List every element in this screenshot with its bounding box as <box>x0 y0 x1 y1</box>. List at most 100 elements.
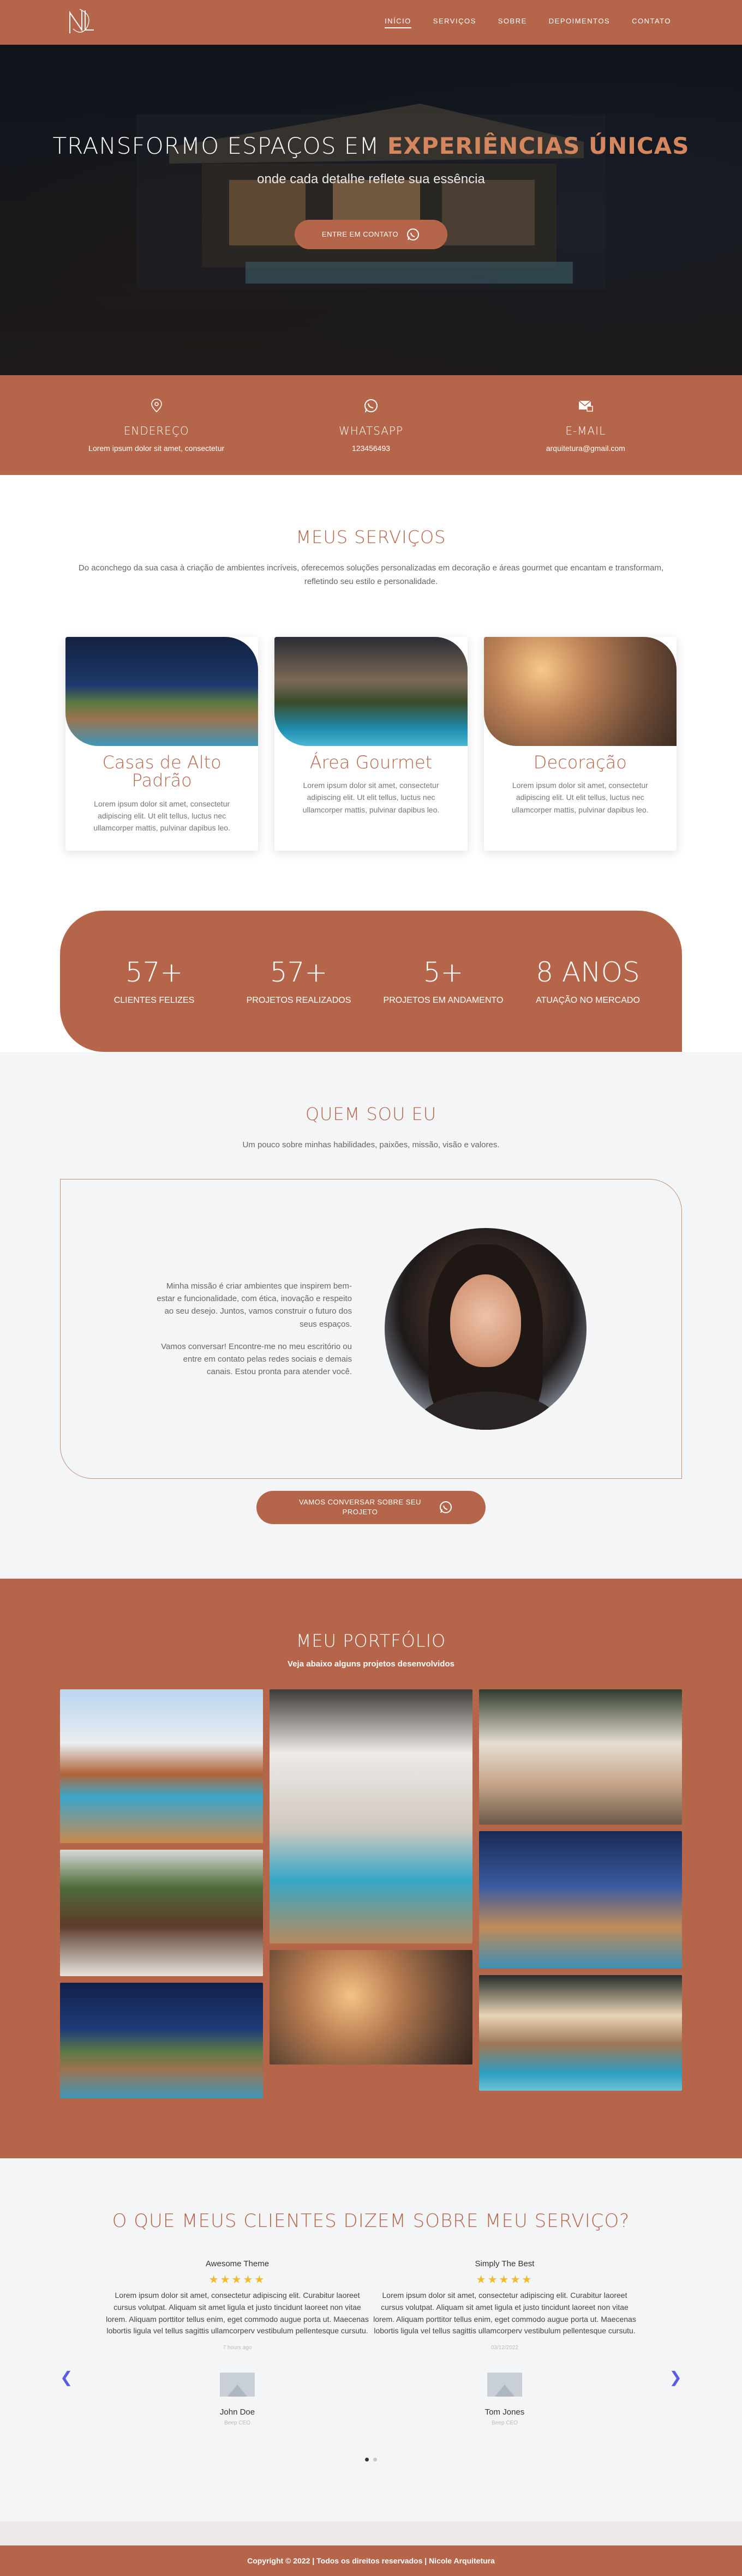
hero-contact-button-label: ENTRE EM CONTATO <box>321 230 399 239</box>
service-card-title: Área Gourmet <box>309 751 433 773</box>
service-card[interactable]: Casas de Alto Padrão Lorem ipsum dolor s… <box>65 636 259 851</box>
hero-subtitle: onde cada detalhe reflete sua essência <box>257 171 485 186</box>
about-text: Minha missão é criar ambientes que inspi… <box>155 1280 352 1379</box>
main-nav: INÍCIO SERVIÇOS SOBRE DEPOIMENTOS CONTAT… <box>385 17 671 28</box>
services-section: MEUS SERVIÇOS Do aconchego da sua casa à… <box>0 475 742 911</box>
testimonial-text: Lorem ipsum dolor sit amet, consectetur … <box>106 2291 369 2336</box>
footer: Copyright © 2022 | Todos os direitos res… <box>0 2545 742 2576</box>
carousel-pagination <box>60 2458 682 2462</box>
portfolio-image[interactable] <box>60 1689 263 1844</box>
location-pin-icon <box>151 399 162 413</box>
hero-title: TRANSFORMO ESPAÇOS EM EXPERIÊNCIAS ÚNICA… <box>0 131 742 162</box>
contact-whatsapp-value[interactable]: 123456493 <box>273 444 469 453</box>
portfolio-image[interactable] <box>479 1831 682 1969</box>
about-contact-button[interactable]: VAMOS CONVERSAR SOBRE SEU PROJETO <box>256 1491 486 1524</box>
portfolio-subtitle: Veja abaixo alguns projetos desenvolvido… <box>288 1659 454 1669</box>
top-navbar: INÍCIO SERVIÇOS SOBRE DEPOIMENTOS CONTAT… <box>0 0 742 45</box>
service-card-text: Lorem ipsum dolor sit amet, consectetur … <box>512 781 649 814</box>
service-card[interactable]: Decoração Lorem ipsum dolor sit amet, co… <box>483 636 677 851</box>
service-card-text: Lorem ipsum dolor sit amet, consectetur … <box>302 781 440 814</box>
portfolio-image[interactable] <box>60 1850 263 1977</box>
contact-address-value: Lorem ipsum dolor sit amet, consectetur <box>88 444 225 453</box>
testimonial-role: Beep CEO <box>224 2420 250 2427</box>
hero-content: TRANSFORMO ESPAÇOS EM EXPERIÊNCIAS ÚNICA… <box>0 131 742 249</box>
about-contact-button-label: VAMOS CONVERSAR SOBRE SEU PROJETO <box>299 1498 421 1516</box>
testimonials-carousel: ❮ Awesome Theme ★★★★★ Lorem ipsum dolor … <box>60 2259 682 2426</box>
footer-spacer <box>0 2521 742 2546</box>
service-card[interactable]: Área Gourmet Lorem ipsum dolor sit amet,… <box>274 636 468 851</box>
service-card-text: Lorem ipsum dolor sit amet, consectetur … <box>93 799 230 833</box>
about-box: Minha missão é criar ambientes que inspi… <box>60 1179 682 1479</box>
contact-email: E-MAIL arquitetura@gmail.com <box>487 398 684 453</box>
nav-link-servicos[interactable]: SERVIÇOS <box>433 17 476 28</box>
carousel-dot[interactable] <box>373 2458 377 2462</box>
portfolio-gallery <box>60 1689 682 2099</box>
nav-link-inicio[interactable]: INÍCIO <box>385 17 411 28</box>
gallery-column <box>270 1689 472 2098</box>
hero-section: TRANSFORMO ESPAÇOS EM EXPERIÊNCIAS ÚNICA… <box>0 0 742 375</box>
service-card-image <box>65 636 259 746</box>
portfolio-image[interactable] <box>270 1689 472 1944</box>
brand-logo[interactable] <box>65 5 100 40</box>
hero-contact-button[interactable]: ENTRE EM CONTATO <box>294 219 448 249</box>
testimonials-section: O QUE MEUS CLIENTES DIZEM SOBRE MEU SERV… <box>0 2158 742 2522</box>
carousel-prev-arrow-icon[interactable]: ❮ <box>60 2368 73 2386</box>
portfolio-title: MEU PORTFÓLIO <box>296 1630 446 1651</box>
stat-label: PROJETOS EM ANDAMENTO <box>383 996 504 1005</box>
avatar-placeholder-icon <box>487 2373 522 2397</box>
service-card-title: Casas de Alto Padrão <box>102 751 222 791</box>
portfolio-image[interactable] <box>270 1950 472 2065</box>
about-subtitle: Um pouco sobre minhas habilidades, paixõ… <box>242 1140 500 1149</box>
gallery-column <box>60 1689 263 2099</box>
about-section: QUEM SOU EU Um pouco sobre minhas habili… <box>0 1051 742 1579</box>
contact-email-value[interactable]: arquitetura@gmail.com <box>487 444 684 453</box>
portrait-face <box>450 1274 521 1368</box>
hero-title-accent: EXPERIÊNCIAS ÚNICAS <box>387 133 690 159</box>
stats-wrapper: 57+ CLIENTES FELIZES 57+ PROJETOS REALIZ… <box>0 910 742 1052</box>
stat-number: 5+ <box>423 956 464 988</box>
stat-happy-clients: 57+ CLIENTES FELIZES <box>83 956 225 1006</box>
stat-label: CLIENTES FELIZES <box>113 996 195 1005</box>
portfolio-image[interactable] <box>479 1689 682 1825</box>
stat-projects-done: 57+ PROJETOS REALIZADOS <box>228 956 370 1006</box>
testimonial-text: Lorem ipsum dolor sit amet, consectetur … <box>373 2291 636 2336</box>
nav-link-contato[interactable]: CONTATO <box>632 17 671 28</box>
rating-stars: ★★★★★ <box>476 2274 534 2286</box>
contact-email-label: E-MAIL <box>565 424 606 437</box>
avatar-placeholder-icon <box>220 2373 255 2397</box>
portfolio-section: MEU PORTFÓLIO Veja abaixo alguns projeto… <box>0 1578 742 2159</box>
contact-address: ENDEREÇO Lorem ipsum dolor sit amet, con… <box>58 398 255 453</box>
testimonial-heading: Awesome Theme <box>205 2259 270 2269</box>
gallery-column <box>479 1689 682 2098</box>
whatsapp-icon <box>407 228 420 240</box>
hero-title-main: TRANSFORMO ESPAÇOS EM <box>52 133 380 159</box>
stat-label: ATUAÇÃO NO MERCADO <box>536 996 640 1005</box>
footer-copyright: Copyright © 2022 | Todos os direitos res… <box>247 2556 495 2566</box>
contact-strip: ENDEREÇO Lorem ipsum dolor sit amet, con… <box>0 375 742 475</box>
about-paragraph-contact: Vamos conversar! Encontre-me no meu escr… <box>161 1341 352 1377</box>
nav-link-depoimentos[interactable]: DEPOIMENTOS <box>549 17 610 28</box>
contact-whatsapp: WHATSAPP 123456493 <box>273 398 469 453</box>
portfolio-image[interactable] <box>60 1983 263 2099</box>
portfolio-image[interactable] <box>479 1975 682 2091</box>
service-card-image <box>483 636 677 746</box>
stats-section: 57+ CLIENTES FELIZES 57+ PROJETOS REALIZ… <box>60 910 682 1052</box>
stat-number: 57+ <box>270 956 328 988</box>
carousel-dot[interactable] <box>365 2458 369 2462</box>
stat-number: 8 ANOS <box>536 956 640 988</box>
about-paragraph-mission: Minha missão é criar ambientes que inspi… <box>157 1281 352 1329</box>
carousel-next-arrow-icon[interactable]: ❯ <box>669 2368 682 2386</box>
testimonial-author: Tom Jones <box>484 2408 525 2417</box>
stat-label: PROJETOS REALIZADOS <box>246 996 351 1005</box>
services-subtitle: Do aconchego da sua casa à criação de am… <box>78 563 664 586</box>
nav-link-sobre[interactable]: SOBRE <box>498 17 527 28</box>
testimonial-heading: Simply The Best <box>475 2259 535 2269</box>
about-title: QUEM SOU EU <box>305 1103 437 1124</box>
profile-portrait <box>385 1228 587 1430</box>
services-cards: Casas de Alto Padrão Lorem ipsum dolor s… <box>65 636 677 851</box>
testimonial-date: 03/12/2022 <box>490 2345 519 2351</box>
whatsapp-icon <box>440 1501 452 1514</box>
testimonial-date: 7 hours ago <box>223 2345 252 2351</box>
rating-stars: ★★★★★ <box>208 2274 266 2286</box>
service-card-title: Decoração <box>533 751 627 773</box>
